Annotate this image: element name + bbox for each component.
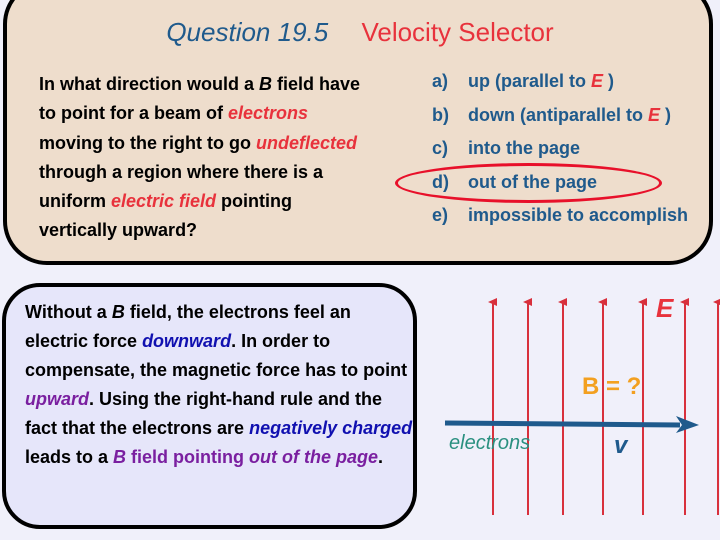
velocity-arrow — [444, 416, 699, 433]
electric-field-lines — [488, 298, 720, 515]
magnetic-field-label: B = ? — [582, 373, 642, 400]
velocity-selector-diagram — [444, 298, 720, 515]
velocity-arrow-shaft — [444, 420, 681, 428]
electrons-label: electrons — [449, 432, 531, 454]
velocity-label: v — [614, 432, 628, 459]
electric-field-label: E — [656, 293, 674, 323]
